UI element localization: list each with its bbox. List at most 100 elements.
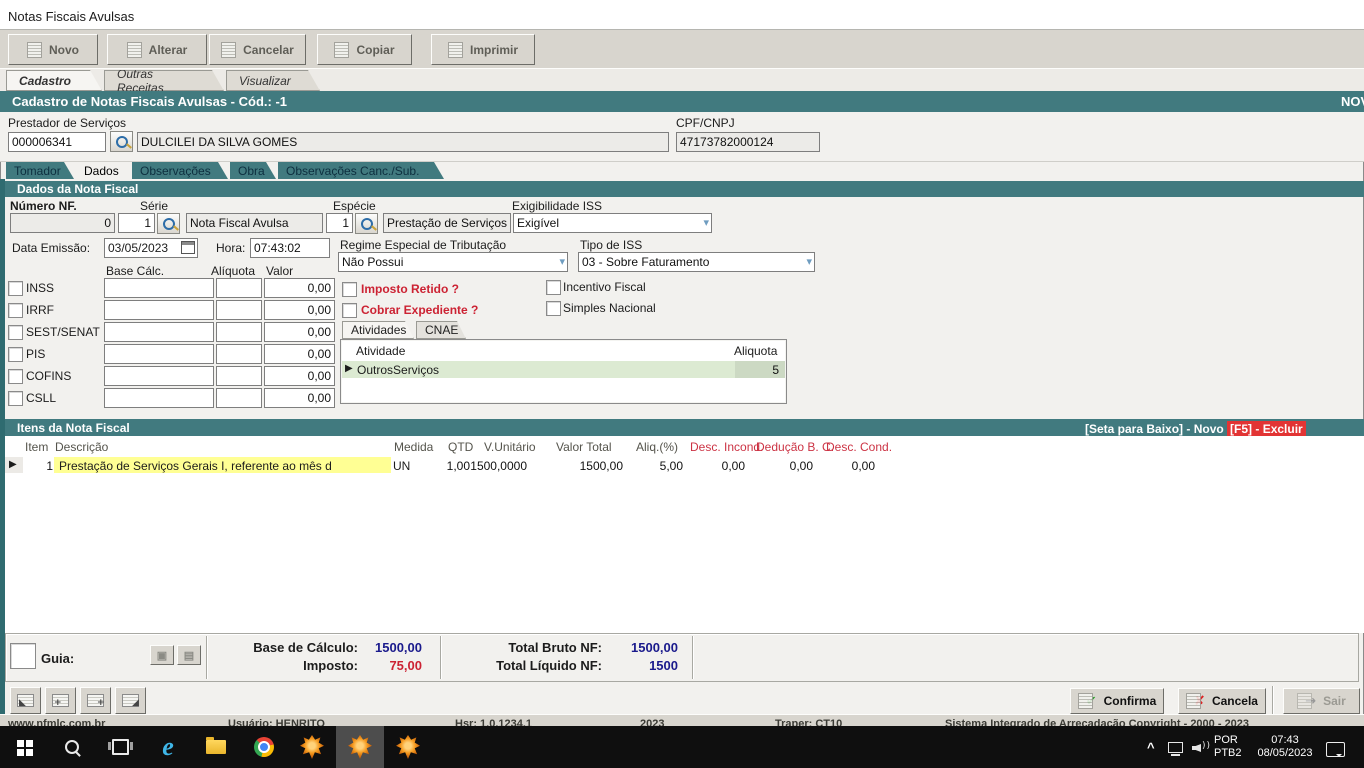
cpf-cnpj-field[interactable] [676, 132, 820, 152]
aliquota-cell: 5 [735, 363, 779, 377]
hora-field[interactable] [250, 238, 330, 258]
file-explorer-button[interactable] [192, 726, 240, 768]
guia-checkbox[interactable] [10, 643, 36, 669]
app-window-3-button[interactable] [384, 726, 432, 768]
tab-visualizar[interactable]: Visualizar [226, 70, 320, 91]
language-indicator[interactable]: POR PTB2 [1214, 734, 1242, 760]
sest-senat-aliquota-field[interactable] [216, 322, 262, 342]
pis-aliquota-field[interactable] [216, 344, 262, 364]
tab-cnae[interactable]: CNAE [416, 321, 466, 339]
nav-append-button[interactable] [80, 687, 111, 714]
inss-aliquota-field[interactable] [216, 278, 262, 298]
taskbar-search-button[interactable] [48, 726, 96, 768]
subtab-tomador[interactable]: Tomador [6, 162, 74, 179]
cofins-base-field[interactable] [104, 366, 214, 386]
search-icon [65, 740, 79, 754]
guia-print-button[interactable]: ▤ [177, 645, 201, 665]
incentivo-fiscal-checkbox[interactable] [546, 280, 561, 295]
network-icon[interactable] [1168, 742, 1183, 753]
prestador-name-field[interactable] [137, 132, 669, 152]
sest-senat-checkbox[interactable] [8, 325, 23, 340]
csll-checkbox[interactable] [8, 391, 23, 406]
subtab-obs-canc[interactable]: Observações Canc./Sub. [278, 162, 444, 179]
serie-search-button[interactable] [157, 213, 180, 234]
especie-search-button[interactable] [355, 213, 378, 234]
nav-insert-button[interactable] [45, 687, 76, 714]
atividade-row[interactable]: ▶ OutrosServiços 5 [342, 361, 785, 378]
tax-col-valor: Valor [266, 264, 293, 278]
tray-chevron-up-icon[interactable]: ^ [1147, 740, 1155, 755]
pis-base-field[interactable] [104, 344, 214, 364]
subtab-observacoes[interactable]: Observações [132, 162, 228, 179]
serie-search-icon [163, 218, 175, 230]
alterar-button[interactable]: Alterar [107, 34, 207, 65]
cancelar-button[interactable]: Cancelar [209, 34, 306, 65]
sest-senat-valor-field[interactable] [264, 322, 335, 342]
nav-last-icon [122, 694, 139, 707]
totals-divider-2 [440, 636, 441, 679]
inss-checkbox[interactable] [8, 281, 23, 296]
cobrar-expediente-checkbox[interactable] [342, 303, 357, 318]
tab-cadastro[interactable]: Cadastro [6, 70, 102, 91]
cofins-valor-field[interactable] [264, 366, 335, 386]
app-window-1-button[interactable] [288, 726, 336, 768]
subtab-dados[interactable]: Dados [76, 162, 130, 179]
col-qtd: QTD [448, 440, 473, 454]
nav-first-button[interactable] [10, 687, 41, 714]
numero-nf-field[interactable] [10, 213, 115, 233]
imposto-label: Imposto: [212, 658, 358, 673]
confirma-button[interactable]: ✔ Confirma [1070, 688, 1164, 714]
item-row[interactable]: ▶ 1 Prestação de Serviços Gerais I, refe… [5, 457, 1364, 473]
simples-nacional-checkbox[interactable] [546, 301, 561, 316]
tipo-iss-select[interactable]: 03 - Sobre Faturamento ▾ [578, 252, 815, 272]
sest-senat-base-field[interactable] [104, 322, 214, 342]
imposto-retido-label: Imposto Retido ? [361, 282, 459, 296]
novo-button[interactable]: Novo [8, 34, 98, 65]
irrf-valor-field[interactable] [264, 300, 335, 320]
start-button[interactable] [0, 726, 48, 768]
tab-outras-receitas[interactable]: Outras Receitas [104, 70, 224, 91]
csll-valor-field[interactable] [264, 388, 335, 408]
clock[interactable]: 07:43 08/05/2023 [1252, 734, 1318, 760]
irrf-aliquota-field[interactable] [216, 300, 262, 320]
copiar-button[interactable]: Copiar [317, 34, 412, 65]
imposto-retido-checkbox[interactable] [342, 282, 357, 297]
pis-valor-field[interactable] [264, 344, 335, 364]
internet-explorer-button[interactable]: e [144, 726, 192, 768]
sair-button[interactable]: → Sair [1283, 688, 1360, 714]
inss-valor-field[interactable] [264, 278, 335, 298]
data-emissao-field[interactable]: 03/05/2023 [104, 238, 198, 258]
irrf-checkbox[interactable] [8, 303, 23, 318]
prestador-search-button[interactable] [110, 131, 133, 152]
calendar-icon[interactable] [181, 241, 195, 254]
col-valor-total: Valor Total [556, 440, 612, 454]
chrome-button[interactable] [240, 726, 288, 768]
cofins-checkbox[interactable] [8, 369, 23, 384]
volume-icon[interactable] [1192, 742, 1210, 754]
imprimir-button[interactable]: Imprimir [431, 34, 535, 65]
col-item: Item [25, 440, 48, 454]
regime-select[interactable]: Não Possui ▾ [338, 252, 568, 272]
csll-aliquota-field[interactable] [216, 388, 262, 408]
prestador-code-field[interactable] [8, 132, 106, 152]
col-descricao: Descrição [55, 440, 108, 454]
pis-checkbox[interactable] [8, 347, 23, 362]
app-window-2-button[interactable] [336, 726, 384, 768]
csll-base-field[interactable] [104, 388, 214, 408]
serie-field[interactable] [118, 213, 155, 233]
nav-last-button[interactable] [115, 687, 146, 714]
exigibilidade-select[interactable]: Exigível ▾ [513, 213, 712, 233]
especie-field[interactable] [326, 213, 353, 233]
subtab-obra[interactable]: Obra [230, 162, 276, 179]
guia-preview-button[interactable]: ▣ [150, 645, 174, 665]
keyboard-layout: PTB2 [1214, 747, 1242, 760]
action-center-icon[interactable] [1326, 742, 1345, 757]
cancela-button[interactable]: ✘ Cancela [1178, 688, 1266, 714]
tab-atividades[interactable]: Atividades [342, 321, 414, 339]
irrf-base-field[interactable] [104, 300, 214, 320]
cofins-aliquota-field[interactable] [216, 366, 262, 386]
numero-nf-label: Número NF. [10, 199, 77, 213]
col-desc-incond: Desc. Incond. [690, 440, 763, 454]
task-view-button[interactable] [96, 726, 144, 768]
inss-base-field[interactable] [104, 278, 214, 298]
